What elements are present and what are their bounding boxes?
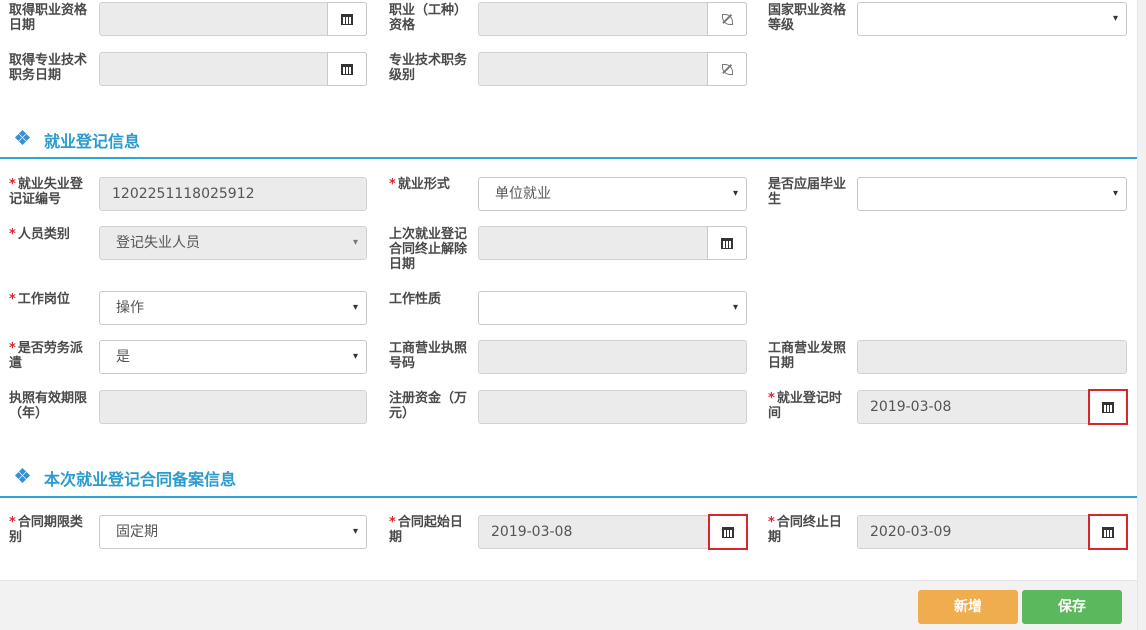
job-post-select[interactable]: 操作 ▾ (99, 291, 367, 325)
job-nature-label: 工作性质 (389, 292, 442, 307)
chevron-down-icon: ▾ (1112, 188, 1118, 199)
calendar-button[interactable] (1088, 514, 1128, 550)
employment-section-title: 就业登记信息 (44, 132, 141, 151)
reg-time-field[interactable]: 2019-03-08 (857, 389, 1128, 425)
occupation-field[interactable] (478, 2, 747, 36)
calendar-icon (722, 526, 734, 538)
save-button[interactable]: 保存 (1022, 590, 1122, 624)
biz-license-no-label: 工商营业执照号码 (389, 341, 468, 371)
calendar-icon (341, 13, 353, 25)
calendar-icon (341, 63, 353, 75)
fresh-grad-label: 是否应届毕业生 (768, 177, 847, 207)
reg-time-label: * 就业登记时间 (768, 391, 842, 421)
reg-capital-label: 注册资金（万元） (389, 391, 468, 421)
contract-start-label: * 合同起始日期 (389, 515, 463, 545)
license-validity-field[interactable] (99, 390, 367, 424)
title-level-picker-button[interactable] (707, 52, 747, 86)
section-bullet-icon (14, 129, 31, 146)
calendar-icon (1102, 526, 1114, 538)
chevron-down-icon: ▾ (352, 302, 358, 313)
employment-form-label: * 就业形式 (389, 177, 450, 192)
chevron-down-icon: ▾ (352, 526, 358, 537)
biz-license-date-field[interactable] (857, 340, 1127, 374)
labor-dispatch-select[interactable]: 是 ▾ (99, 340, 367, 374)
title-date-label: 取得专业技术职务日期 (9, 53, 88, 83)
fresh-grad-select[interactable]: ▾ (857, 177, 1127, 211)
labor-dispatch-label: * 是否劳务派遣 (9, 341, 83, 371)
leaf-icon (721, 63, 733, 75)
calendar-button[interactable] (327, 52, 367, 86)
title-level-field[interactable] (478, 52, 747, 86)
calendar-button[interactable] (707, 226, 747, 260)
title-date-field[interactable] (99, 52, 367, 86)
person-type-select[interactable]: 登记失业人员 ▾ (99, 226, 367, 260)
calendar-button[interactable] (708, 514, 748, 550)
job-post-label: * 工作岗位 (9, 292, 70, 307)
contract-term-type-label: * 合同期限类别 (9, 515, 83, 545)
contract-term-type-select[interactable]: 固定期 ▾ (99, 515, 367, 549)
occupation-picker-button[interactable] (707, 2, 747, 36)
license-validity-label: 执照有效期限（年） (9, 391, 88, 421)
leaf-icon (721, 13, 733, 25)
chevron-down-icon: ▾ (1112, 13, 1118, 24)
contract-start-field[interactable]: 2019-03-08 (478, 514, 748, 550)
contract-end-label: * 合同终止日期 (768, 515, 842, 545)
reg-capital-field[interactable] (478, 390, 747, 424)
chevron-down-icon: ▾ (732, 302, 738, 313)
calendar-icon (1102, 401, 1114, 413)
section-divider (0, 496, 1137, 498)
occupation-label: 职业（工种）资格 (389, 3, 468, 33)
section-divider (0, 157, 1137, 159)
scrollbar[interactable] (1137, 0, 1146, 630)
qual-date-field[interactable] (99, 2, 367, 36)
cert-no-label: * 就业失业登记证编号 (9, 177, 83, 207)
add-button[interactable]: 新增 (918, 590, 1018, 624)
qual-date-label: 取得职业资格日期 (9, 3, 88, 33)
calendar-button[interactable] (1088, 389, 1128, 425)
chevron-down-icon: ▾ (732, 188, 738, 199)
chevron-down-icon: ▾ (352, 351, 358, 362)
section-bullet-icon (14, 467, 31, 484)
job-nature-select[interactable]: ▾ (478, 291, 747, 325)
chevron-down-icon: ▾ (352, 237, 358, 248)
last-contract-end-label: 上次就业登记合同终止解除日期 (389, 227, 468, 272)
person-type-label: * 人员类别 (9, 227, 70, 242)
contract-end-field[interactable]: 2020-03-09 (857, 514, 1128, 550)
title-level-label: 专业技术职务级别 (389, 53, 468, 83)
cert-no-field[interactable]: 1202251118025912 (99, 177, 367, 211)
last-contract-end-field[interactable] (478, 226, 747, 260)
contract-section-title: 本次就业登记合同备案信息 (44, 470, 237, 489)
calendar-button[interactable] (327, 2, 367, 36)
biz-license-no-field[interactable] (478, 340, 747, 374)
biz-license-date-label: 工商营业发照日期 (768, 341, 847, 371)
calendar-icon (721, 237, 733, 249)
national-level-label: 国家职业资格等级 (768, 3, 847, 33)
national-level-select[interactable]: ▾ (857, 2, 1127, 36)
employment-form-select[interactable]: 单位就业 ▾ (478, 177, 747, 211)
